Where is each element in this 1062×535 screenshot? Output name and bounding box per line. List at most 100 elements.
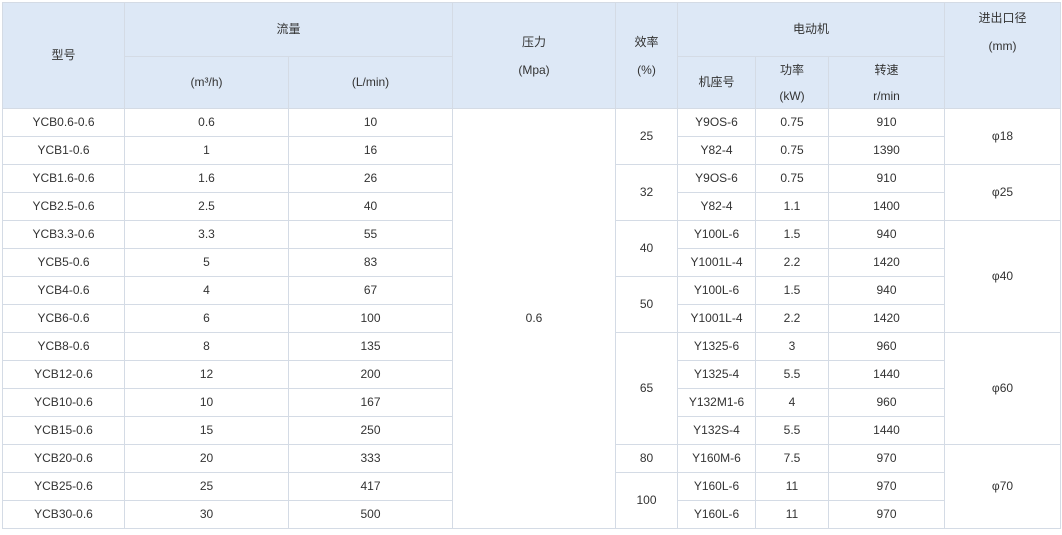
cell-motor-power: 3	[755, 332, 829, 361]
cell-model: YCB12-0.6	[2, 360, 125, 389]
cell-flow-lmin: 100	[288, 304, 453, 333]
cell-motor-frame: Y9OS-6	[677, 108, 756, 137]
cell-flow-lmin: 417	[288, 472, 453, 501]
cell-model: YCB6-0.6	[2, 304, 125, 333]
cell-motor-speed: 1390	[828, 136, 945, 165]
header-flow-m3h: (m³/h)	[124, 56, 289, 109]
cell-efficiency: 40	[615, 220, 678, 277]
cell-motor-speed: 1440	[828, 416, 945, 445]
cell-model: YCB30-0.6	[2, 500, 125, 529]
header-motor-frame: 机座号	[677, 56, 756, 109]
cell-motor-power: 0.75	[755, 136, 829, 165]
cell-flow-m3h: 10	[124, 388, 289, 417]
header-diameter-unit: (mm)	[988, 39, 1017, 53]
cell-motor-speed: 970	[828, 444, 945, 473]
cell-motor-speed: 910	[828, 108, 945, 137]
cell-motor-frame: Y100L-6	[677, 276, 756, 305]
cell-motor-power: 11	[755, 472, 829, 501]
cell-flow-m3h: 6	[124, 304, 289, 333]
header-motor-speed-label: 转速	[874, 62, 899, 77]
cell-flow-lmin: 40	[288, 192, 453, 221]
cell-efficiency: 65	[615, 332, 678, 445]
cell-flow-lmin: 10	[288, 108, 453, 137]
table-row: YCB0.6-0.6 0.6 10 0.6 25 Y9OS-6 0.75 910…	[2, 108, 1061, 529]
cell-motor-frame: Y82-4	[677, 192, 756, 221]
cell-motor-frame: Y1001L-4	[677, 304, 756, 333]
cell-diameter: φ18	[944, 108, 1061, 165]
cell-motor-power: 7.5	[755, 444, 829, 473]
cell-flow-lmin: 26	[288, 164, 453, 193]
cell-diameter: φ60	[944, 332, 1061, 445]
cell-motor-power: 11	[755, 500, 829, 529]
cell-motor-power: 2.2	[755, 304, 829, 333]
cell-motor-speed: 910	[828, 164, 945, 193]
cell-flow-m3h: 30	[124, 500, 289, 529]
header-efficiency-unit: (%)	[637, 62, 656, 77]
cell-model: YCB25-0.6	[2, 472, 125, 501]
cell-motor-power: 1.5	[755, 220, 829, 249]
header-efficiency-label: 效率	[634, 34, 659, 49]
cell-model: YCB4-0.6	[2, 276, 125, 305]
cell-diameter: φ25	[944, 164, 1061, 221]
cell-flow-m3h: 3.3	[124, 220, 289, 249]
cell-flow-m3h: 1	[124, 136, 289, 165]
cell-motor-power: 5.5	[755, 360, 829, 389]
cell-motor-speed: 1420	[828, 248, 945, 277]
header-model: 型号	[2, 2, 125, 109]
pump-spec-table: 型号 流量 压力 (Mpa) 效率 (%) 电动机 进出口径 (mm) (m³/…	[2, 2, 1061, 529]
cell-motor-speed: 1440	[828, 360, 945, 389]
header-flow: 流量	[124, 2, 453, 57]
cell-flow-m3h: 4	[124, 276, 289, 305]
cell-motor-frame: Y160L-6	[677, 500, 756, 529]
header-flow-lmin: (L/min)	[288, 56, 453, 109]
cell-flow-lmin: 333	[288, 444, 453, 473]
header-motor: 电动机	[677, 2, 945, 57]
cell-motor-frame: Y160M-6	[677, 444, 756, 473]
cell-motor-speed: 960	[828, 332, 945, 361]
cell-motor-power: 4	[755, 388, 829, 417]
cell-motor-speed: 970	[828, 500, 945, 529]
cell-flow-m3h: 5	[124, 248, 289, 277]
header-pressure: 压力 (Mpa)	[452, 2, 616, 109]
cell-motor-frame: Y160L-6	[677, 472, 756, 501]
cell-motor-speed: 1420	[828, 304, 945, 333]
cell-flow-m3h: 12	[124, 360, 289, 389]
cell-motor-speed: 970	[828, 472, 945, 501]
cell-pressure: 0.6	[452, 108, 616, 529]
cell-model: YCB1-0.6	[2, 136, 125, 165]
cell-motor-power: 2.2	[755, 248, 829, 277]
cell-flow-m3h: 25	[124, 472, 289, 501]
cell-model: YCB0.6-0.6	[2, 108, 125, 137]
cell-motor-speed: 1400	[828, 192, 945, 221]
cell-flow-lmin: 67	[288, 276, 453, 305]
cell-flow-lmin: 200	[288, 360, 453, 389]
cell-efficiency: 100	[615, 472, 678, 529]
cell-flow-m3h: 1.6	[124, 164, 289, 193]
cell-motor-power: 1.1	[755, 192, 829, 221]
header-motor-power-label: 功率	[779, 62, 804, 77]
header-motor-power: 功率 (kW)	[755, 56, 829, 109]
cell-model: YCB15-0.6	[2, 416, 125, 445]
cell-motor-frame: Y132M1-6	[677, 388, 756, 417]
cell-model: YCB2.5-0.6	[2, 192, 125, 221]
cell-motor-frame: Y1001L-4	[677, 248, 756, 277]
cell-model: YCB1.6-0.6	[2, 164, 125, 193]
header-diameter-label: 进出口径	[978, 11, 1027, 25]
cell-flow-lmin: 135	[288, 332, 453, 361]
cell-motor-frame: Y9OS-6	[677, 164, 756, 193]
cell-flow-lmin: 250	[288, 416, 453, 445]
header-pressure-label: 压力	[521, 34, 546, 49]
cell-model: YCB10-0.6	[2, 388, 125, 417]
cell-model: YCB8-0.6	[2, 332, 125, 361]
header-pressure-unit: (Mpa)	[518, 62, 550, 77]
cell-flow-lmin: 83	[288, 248, 453, 277]
cell-model: YCB3.3-0.6	[2, 220, 125, 249]
cell-motor-speed: 960	[828, 388, 945, 417]
cell-motor-power: 5.5	[755, 416, 829, 445]
cell-flow-lmin: 500	[288, 500, 453, 529]
cell-flow-lmin: 167	[288, 388, 453, 417]
cell-motor-power: 1.5	[755, 276, 829, 305]
cell-motor-speed: 940	[828, 276, 945, 305]
cell-flow-m3h: 20	[124, 444, 289, 473]
header-efficiency: 效率 (%)	[615, 2, 678, 109]
